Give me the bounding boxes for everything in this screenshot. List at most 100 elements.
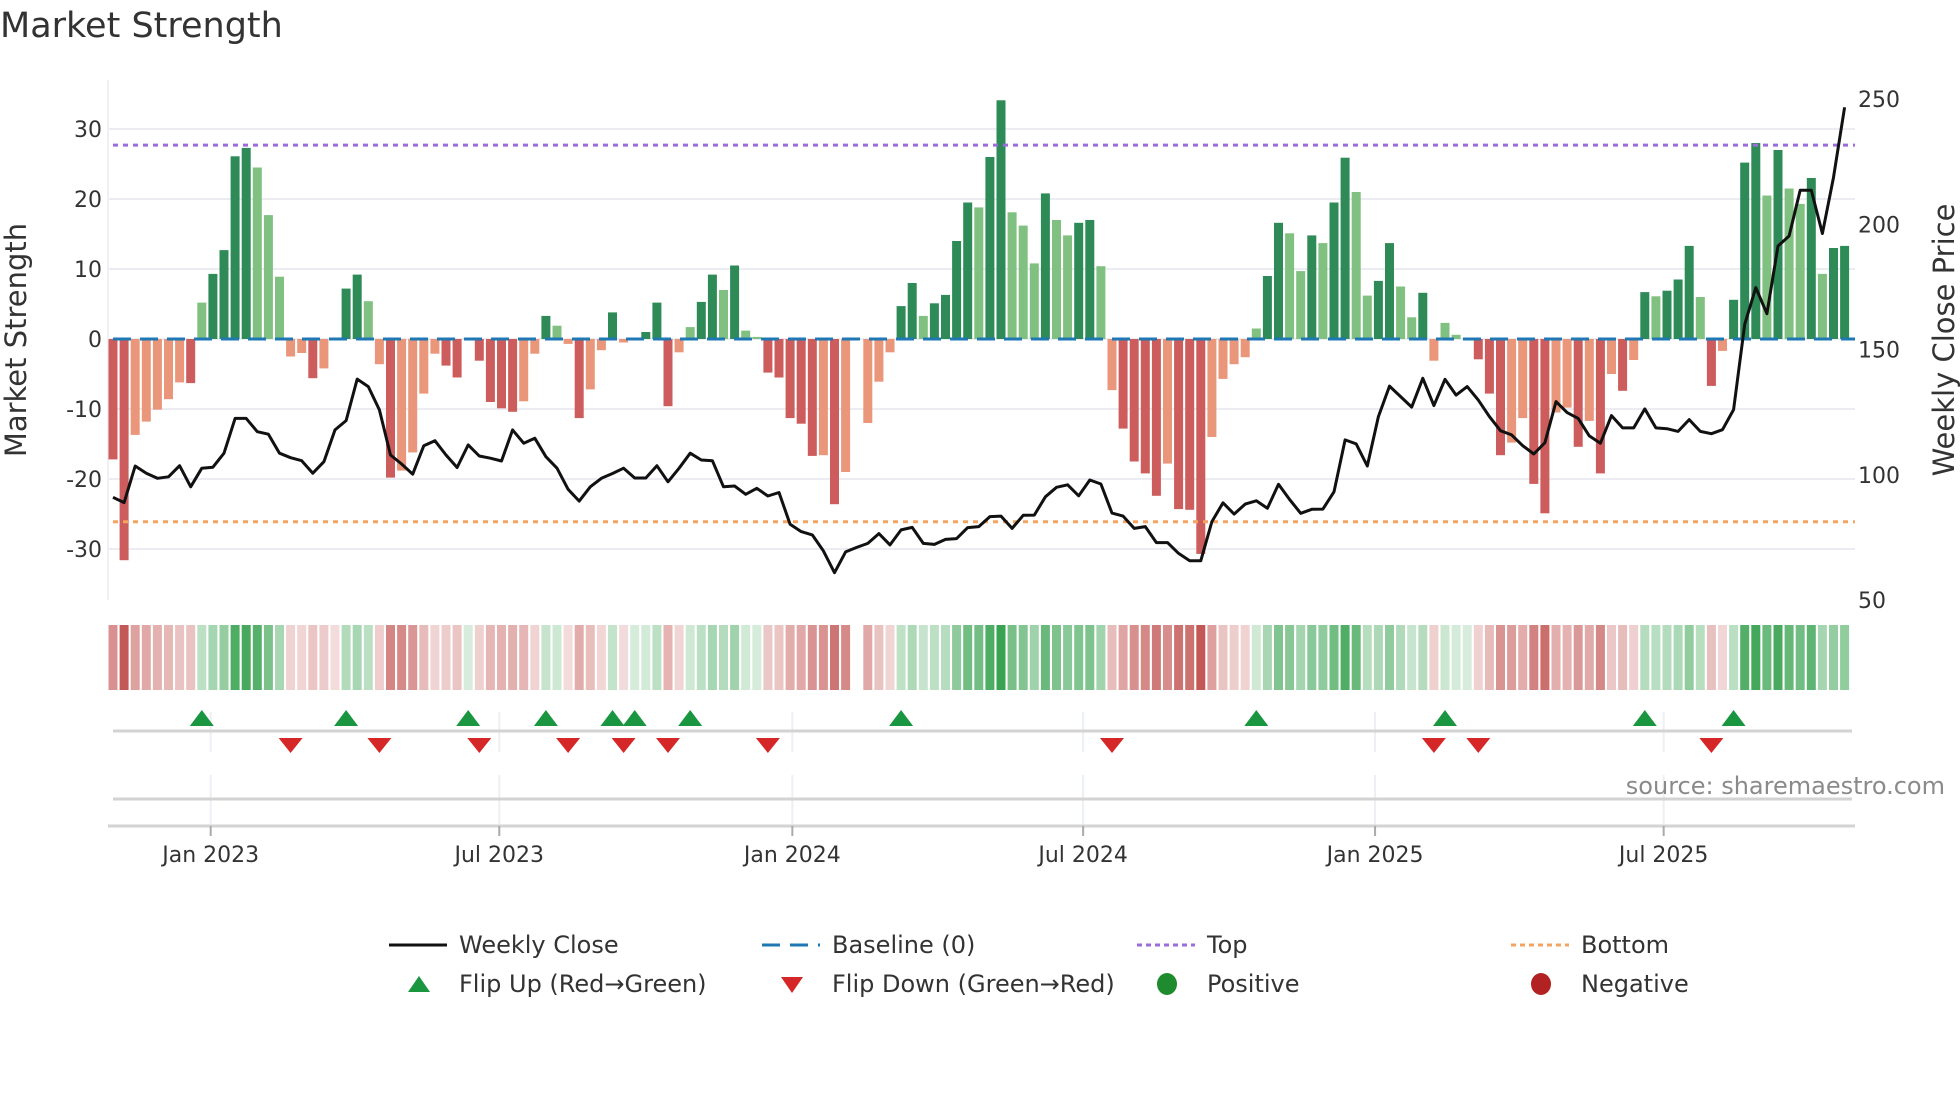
strip-cell: [785, 625, 795, 690]
flip-up-marker: [622, 710, 647, 726]
legend-item-line[interactable]: Weekly Close: [389, 930, 619, 960]
legend-item-up[interactable]: Flip Up (Red→Green): [389, 969, 707, 999]
strength-bar: [1229, 339, 1239, 365]
strip-cell: [1107, 625, 1117, 690]
strip-cell: [674, 625, 684, 690]
strength-bar: [1784, 188, 1794, 339]
strength-bar: [996, 100, 1006, 339]
strength-bar: [941, 294, 950, 339]
strip-cell: [1762, 625, 1772, 690]
reference-lines: [113, 143, 1855, 524]
strip-cell: [1296, 625, 1306, 690]
strip-cell: [152, 625, 162, 690]
strength-bar: [352, 274, 362, 339]
strip-cell: [1329, 625, 1339, 690]
strength-bar: [241, 147, 251, 339]
legend-item-neg[interactable]: Negative: [1511, 969, 1689, 999]
strength-bar: [1829, 248, 1838, 339]
strength-bar: [1207, 339, 1217, 437]
strip-cell: [1595, 625, 1605, 690]
strip-cell: [374, 625, 384, 690]
strip-cell: [929, 625, 939, 690]
strength-bar: [1007, 212, 1017, 339]
strength-bar: [841, 339, 851, 472]
strip-cell: [963, 625, 973, 690]
strip-cell: [1718, 625, 1727, 690]
strip-cell: [1362, 625, 1372, 690]
strip-cell: [175, 625, 185, 690]
strength-bar: [1274, 222, 1283, 339]
strip-cell: [608, 625, 617, 690]
strength-bar: [896, 306, 906, 339]
strip-cell: [863, 625, 873, 690]
strip-cell: [630, 625, 640, 690]
strength-bar: [341, 288, 351, 339]
strip-cell: [1085, 625, 1095, 690]
strip-cell: [1507, 625, 1517, 690]
strength-bar: [1340, 157, 1350, 339]
legend-label: Baseline (0): [832, 931, 976, 959]
strength-bar: [696, 301, 706, 339]
y-tick-label: -10: [66, 398, 102, 423]
strength-bar: [1074, 222, 1084, 339]
x-tick-label: Jan 2024: [742, 843, 841, 868]
legend-item-baseline[interactable]: Baseline (0): [762, 930, 975, 960]
strength-bar: [663, 339, 673, 407]
strength-bar: [1373, 280, 1383, 339]
y2-tick-label: 150: [1858, 339, 1900, 364]
strength-heat-strip: [108, 625, 1850, 690]
strip-cell: [1174, 625, 1184, 690]
strip-cell: [230, 625, 240, 690]
flip-up-marker: [1433, 710, 1457, 726]
strip-cell: [996, 625, 1006, 690]
strip-cell: [807, 625, 817, 690]
strip-cell: [1706, 625, 1716, 690]
legend-item-top[interactable]: Top: [1137, 930, 1248, 960]
strength-bar: [374, 339, 384, 365]
legend-item-pos[interactable]: Positive: [1137, 969, 1300, 999]
strip-cell: [1829, 625, 1838, 690]
legend-item-bottom[interactable]: Bottom: [1511, 930, 1669, 960]
strength-bar: [1518, 339, 1528, 419]
legend-swatch-line-icon: [389, 943, 447, 947]
strip-cell: [641, 625, 651, 690]
strength-bar: [397, 339, 407, 471]
strength-bar: [985, 157, 995, 339]
strip-cell: [530, 625, 540, 690]
strength-bar: [1684, 245, 1694, 339]
strength-bar: [818, 339, 828, 456]
strength-bar: [1795, 203, 1805, 339]
y-tick-label: -30: [66, 538, 102, 563]
legend-label: Flip Up (Red→Green): [459, 970, 707, 998]
strength-bar: [1362, 295, 1372, 339]
legend-label: Negative: [1581, 970, 1689, 998]
strength-bar: [1651, 296, 1661, 339]
strip-cell: [1673, 625, 1683, 690]
strength-bar: [963, 202, 973, 339]
strip-cell: [241, 625, 251, 690]
strength-bar: [1318, 243, 1328, 339]
flip-down-marker: [1421, 738, 1446, 753]
strength-bar: [452, 339, 462, 378]
strength-bar: [408, 339, 418, 453]
strength-bar: [863, 339, 873, 423]
strength-bar: [830, 339, 839, 505]
strip-cell: [741, 625, 751, 690]
legend-item-down[interactable]: Flip Down (Green→Red): [762, 969, 1115, 999]
strip-cell: [330, 625, 340, 690]
y2-tick-label: 250: [1858, 88, 1900, 113]
strip-cell: [1518, 625, 1528, 690]
strength-bar: [1018, 225, 1028, 339]
strength-bar: [707, 274, 717, 339]
strength-bar: [1751, 143, 1761, 339]
strip-cell: [463, 625, 473, 690]
strength-bar: [1695, 297, 1705, 339]
strip-cell: [1163, 625, 1172, 690]
strength-bar: [1562, 339, 1572, 408]
strength-bar: [1107, 339, 1117, 391]
strip-cell: [885, 625, 895, 690]
strip-cell: [1373, 625, 1383, 690]
strip-cell: [208, 625, 218, 690]
strength-bar: [730, 265, 740, 339]
strength-bar: [1618, 339, 1628, 391]
